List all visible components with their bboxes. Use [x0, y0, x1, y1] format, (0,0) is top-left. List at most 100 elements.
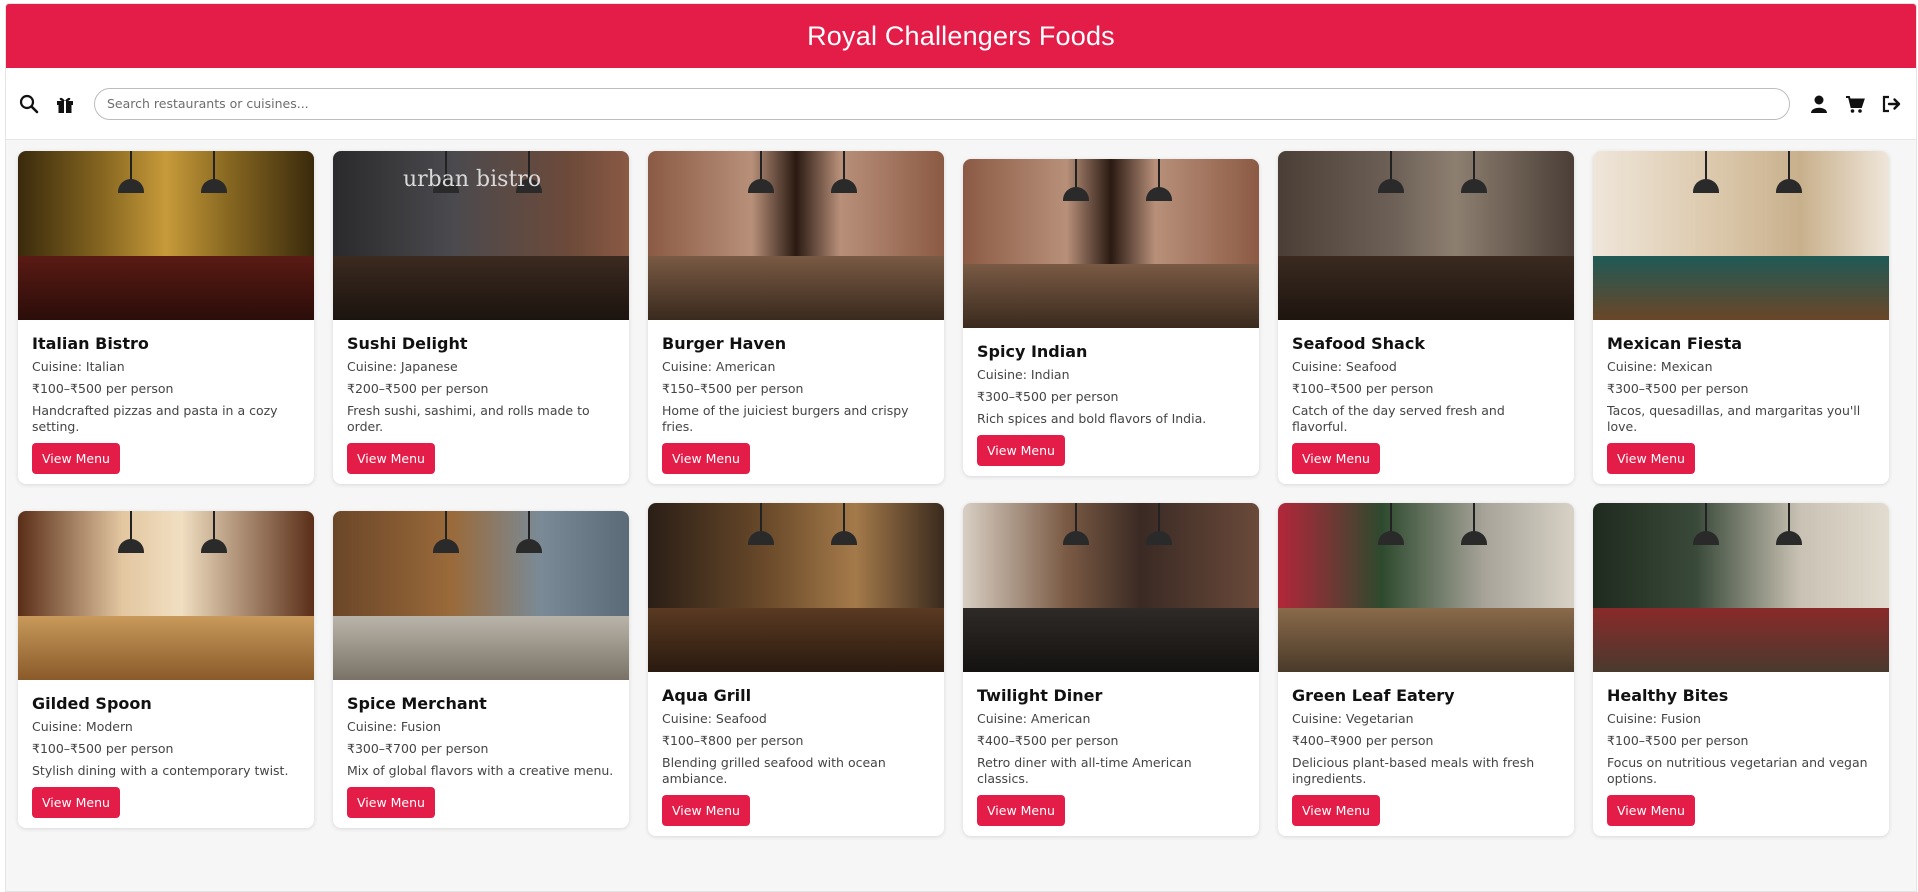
restaurant-name: Spicy Indian	[977, 342, 1088, 361]
view-menu-button[interactable]: View Menu	[1292, 795, 1380, 826]
site-title: Royal Challengers Foods	[807, 20, 1115, 51]
restaurant-card: Green Leaf Eatery Cuisine: Vegetarian ₹400…	[1278, 503, 1574, 836]
card-body: Spicy Indian Cuisine: Indian ₹300–₹500 per…	[963, 328, 1259, 476]
toolbar	[6, 68, 1916, 140]
toolbar-right	[1808, 93, 1902, 115]
restaurant-description: Handcrafted pizzas and pasta in a cozy s…	[32, 403, 278, 434]
photo-sign: urban bistro	[403, 167, 542, 192]
restaurant-name: Burger Haven	[662, 334, 787, 353]
restaurant-cuisine: Cuisine: Italian	[32, 359, 125, 374]
restaurant-price: ₹400–₹900 per person	[1292, 733, 1434, 748]
restaurant-card: Seafood Shack Cuisine: Seafood ₹100–₹500 p…	[1278, 151, 1574, 484]
search-icon[interactable]	[18, 93, 40, 115]
view-menu-button[interactable]: View Menu	[32, 443, 120, 474]
restaurant-photo	[648, 503, 944, 672]
restaurant-card: Mexican Fiesta Cuisine: Mexican ₹300–₹500 …	[1593, 151, 1889, 484]
restaurant-cuisine: Cuisine: American	[977, 711, 1091, 726]
restaurant-name: Italian Bistro	[32, 334, 149, 353]
restaurant-price: ₹400–₹500 per person	[977, 733, 1119, 748]
restaurant-photo	[963, 159, 1259, 328]
restaurant-grid: Italian Bistro Cuisine: Italian ₹100–₹500 …	[18, 151, 1896, 836]
restaurant-price: ₹100–₹500 per person	[1292, 381, 1434, 396]
restaurant-description: Stylish dining with a contemporary twist…	[32, 763, 289, 778]
card-body: Sushi Delight Cuisine: Japanese ₹200–₹500 …	[333, 320, 629, 484]
restaurant-card: Spicy Indian Cuisine: Indian ₹300–₹500 per…	[963, 159, 1259, 476]
restaurant-card: Twilight Diner Cuisine: American ₹400–₹500…	[963, 503, 1259, 836]
restaurant-cuisine: Cuisine: Vegetarian	[1292, 711, 1414, 726]
user-icon[interactable]	[1808, 93, 1830, 115]
cart-icon[interactable]	[1844, 93, 1866, 115]
restaurant-price: ₹100–₹500 per person	[32, 741, 174, 756]
restaurant-description: Focus on nutritious vegetarian and vegan…	[1607, 755, 1868, 786]
view-menu-button[interactable]: View Menu	[662, 443, 750, 474]
restaurant-cuisine: Cuisine: Fusion	[1607, 711, 1701, 726]
restaurant-photo	[1278, 503, 1574, 672]
restaurant-cuisine: Cuisine: Japanese	[347, 359, 458, 374]
restaurant-cuisine: Cuisine: Mexican	[1607, 359, 1713, 374]
restaurant-name: Aqua Grill	[662, 686, 752, 705]
restaurant-cuisine: Cuisine: Indian	[977, 367, 1070, 382]
view-menu-button[interactable]: View Menu	[977, 795, 1065, 826]
restaurant-description: Retro diner with all-time American class…	[977, 755, 1192, 786]
restaurant-photo	[333, 511, 629, 680]
restaurant-photo	[1593, 151, 1889, 320]
card-body: Burger Haven Cuisine: American ₹150–₹500 p…	[648, 320, 944, 484]
restaurant-price: ₹100–₹500 per person	[32, 381, 174, 396]
restaurant-cuisine: Cuisine: Fusion	[347, 719, 441, 734]
view-menu-button[interactable]: View Menu	[347, 787, 435, 818]
restaurant-price: ₹100–₹800 per person	[662, 733, 804, 748]
restaurant-price: ₹200–₹500 per person	[347, 381, 489, 396]
restaurant-name: Twilight Diner	[977, 686, 1103, 705]
restaurant-cuisine: Cuisine: Modern	[32, 719, 133, 734]
view-menu-button[interactable]: View Menu	[1607, 795, 1695, 826]
card-body: Aqua Grill Cuisine: Seafood ₹100–₹800 per …	[648, 672, 944, 836]
restaurant-card: Aqua Grill Cuisine: Seafood ₹100–₹800 per …	[648, 503, 944, 836]
restaurant-description: Rich spices and bold flavors of India.	[977, 411, 1207, 426]
restaurant-name: Green Leaf Eatery	[1292, 686, 1455, 705]
restaurant-photo	[1593, 503, 1889, 672]
restaurant-name: Healthy Bites	[1607, 686, 1729, 705]
restaurant-description: Mix of global flavors with a creative me…	[347, 763, 614, 778]
restaurant-name: Spice Merchant	[347, 694, 487, 713]
restaurant-cuisine: Cuisine: Seafood	[1292, 359, 1397, 374]
search-input[interactable]	[94, 87, 1790, 120]
card-body: Italian Bistro Cuisine: Italian ₹100–₹500 …	[18, 320, 314, 484]
restaurant-description: Tacos, quesadillas, and margaritas you'l…	[1607, 403, 1861, 434]
restaurant-price: ₹100–₹500 per person	[1607, 733, 1749, 748]
gift-icon[interactable]	[54, 93, 76, 115]
card-body: Healthy Bites Cuisine: Fusion ₹100–₹500 pe…	[1593, 672, 1889, 836]
restaurant-name: Mexican Fiesta	[1607, 334, 1743, 353]
restaurant-card: Italian Bistro Cuisine: Italian ₹100–₹500 …	[18, 151, 314, 484]
restaurant-name: Sushi Delight	[347, 334, 468, 353]
restaurant-price: ₹300–₹700 per person	[347, 741, 489, 756]
restaurant-cuisine: Cuisine: Seafood	[662, 711, 767, 726]
card-body: Mexican Fiesta Cuisine: Mexican ₹300–₹500 …	[1593, 320, 1889, 484]
restaurant-cuisine: Cuisine: American	[662, 359, 776, 374]
card-body: Gilded Spoon Cuisine: Modern ₹100–₹500 per…	[18, 680, 314, 828]
restaurant-name: Gilded Spoon	[32, 694, 152, 713]
restaurant-photo	[648, 151, 944, 320]
view-menu-button[interactable]: View Menu	[977, 435, 1065, 466]
view-menu-button[interactable]: View Menu	[32, 787, 120, 818]
logout-icon[interactable]	[1880, 93, 1902, 115]
view-menu-button[interactable]: View Menu	[347, 443, 435, 474]
toolbar-left	[18, 93, 76, 115]
view-menu-button[interactable]: View Menu	[1607, 443, 1695, 474]
restaurant-card: Burger Haven Cuisine: American ₹150–₹500 p…	[648, 151, 944, 484]
restaurant-card: urban bistro Sushi Delight Cuisine: Japane…	[333, 151, 629, 484]
restaurant-photo	[18, 511, 314, 680]
restaurant-card: Healthy Bites Cuisine: Fusion ₹100–₹500 pe…	[1593, 503, 1889, 836]
restaurant-price: ₹300–₹500 per person	[977, 389, 1119, 404]
restaurant-description: Fresh sushi, sashimi, and rolls made to …	[347, 403, 590, 434]
restaurant-name: Seafood Shack	[1292, 334, 1425, 353]
restaurant-price: ₹300–₹500 per person	[1607, 381, 1749, 396]
restaurant-description: Blending grilled seafood with ocean ambi…	[662, 755, 886, 786]
restaurant-card: Spice Merchant Cuisine: Fusion ₹300–₹700 p…	[333, 511, 629, 828]
card-body: Twilight Diner Cuisine: American ₹400–₹500…	[963, 672, 1259, 836]
restaurant-card: Gilded Spoon Cuisine: Modern ₹100–₹500 per…	[18, 511, 314, 828]
view-menu-button[interactable]: View Menu	[1292, 443, 1380, 474]
view-menu-button[interactable]: View Menu	[662, 795, 750, 826]
restaurant-price: ₹150–₹500 per person	[662, 381, 804, 396]
restaurant-photo	[18, 151, 314, 320]
restaurant-photo: urban bistro	[333, 151, 629, 320]
